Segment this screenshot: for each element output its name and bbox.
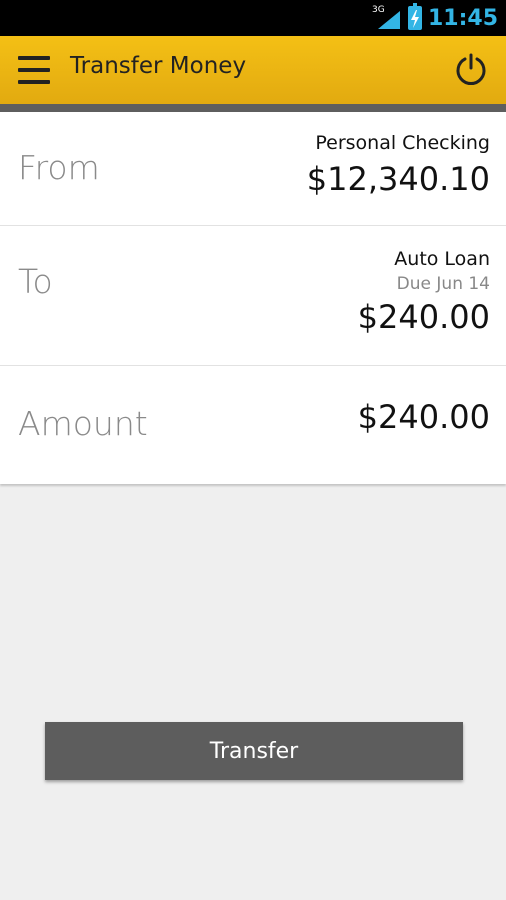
signal-icon: 3G — [372, 5, 402, 31]
from-account-balance: $12,340.10 — [306, 160, 490, 198]
from-row[interactable]: From Personal Checking $12,340.10 — [0, 112, 506, 226]
amount-label: Amount — [18, 404, 148, 443]
amount-row[interactable]: Amount $240.00 — [0, 366, 506, 484]
to-row[interactable]: To Auto Loan Due Jun 14 $240.00 — [0, 226, 506, 366]
app-bar: Transfer Money — [0, 36, 506, 112]
to-account-due: Due Jun 14 — [396, 274, 490, 294]
to-label: To — [18, 262, 53, 301]
to-account-amount: $240.00 — [357, 298, 490, 336]
amount-value-wrap: $240.00 — [358, 398, 490, 436]
to-account-name: Auto Loan — [394, 248, 490, 270]
status-clock: 11:45 — [427, 5, 498, 31]
from-label: From — [18, 148, 100, 187]
transfer-form: From Personal Checking $12,340.10 To Aut… — [0, 112, 506, 484]
status-bar: 3G 11:45 — [0, 0, 506, 36]
status-icons: 3G 11:45 — [372, 0, 498, 36]
from-account-name: Personal Checking — [315, 132, 490, 154]
page-title: Transfer Money — [70, 53, 247, 79]
amount-value: $240.00 — [357, 398, 490, 436]
battery-icon — [407, 3, 422, 30]
power-icon[interactable] — [454, 52, 488, 86]
hamburger-icon[interactable] — [18, 56, 50, 84]
from-account-details: Personal Checking $12,340.10 — [307, 132, 490, 198]
transfer-button[interactable]: Transfer — [45, 722, 463, 780]
to-account-details: Auto Loan Due Jun 14 $240.00 — [358, 248, 490, 336]
